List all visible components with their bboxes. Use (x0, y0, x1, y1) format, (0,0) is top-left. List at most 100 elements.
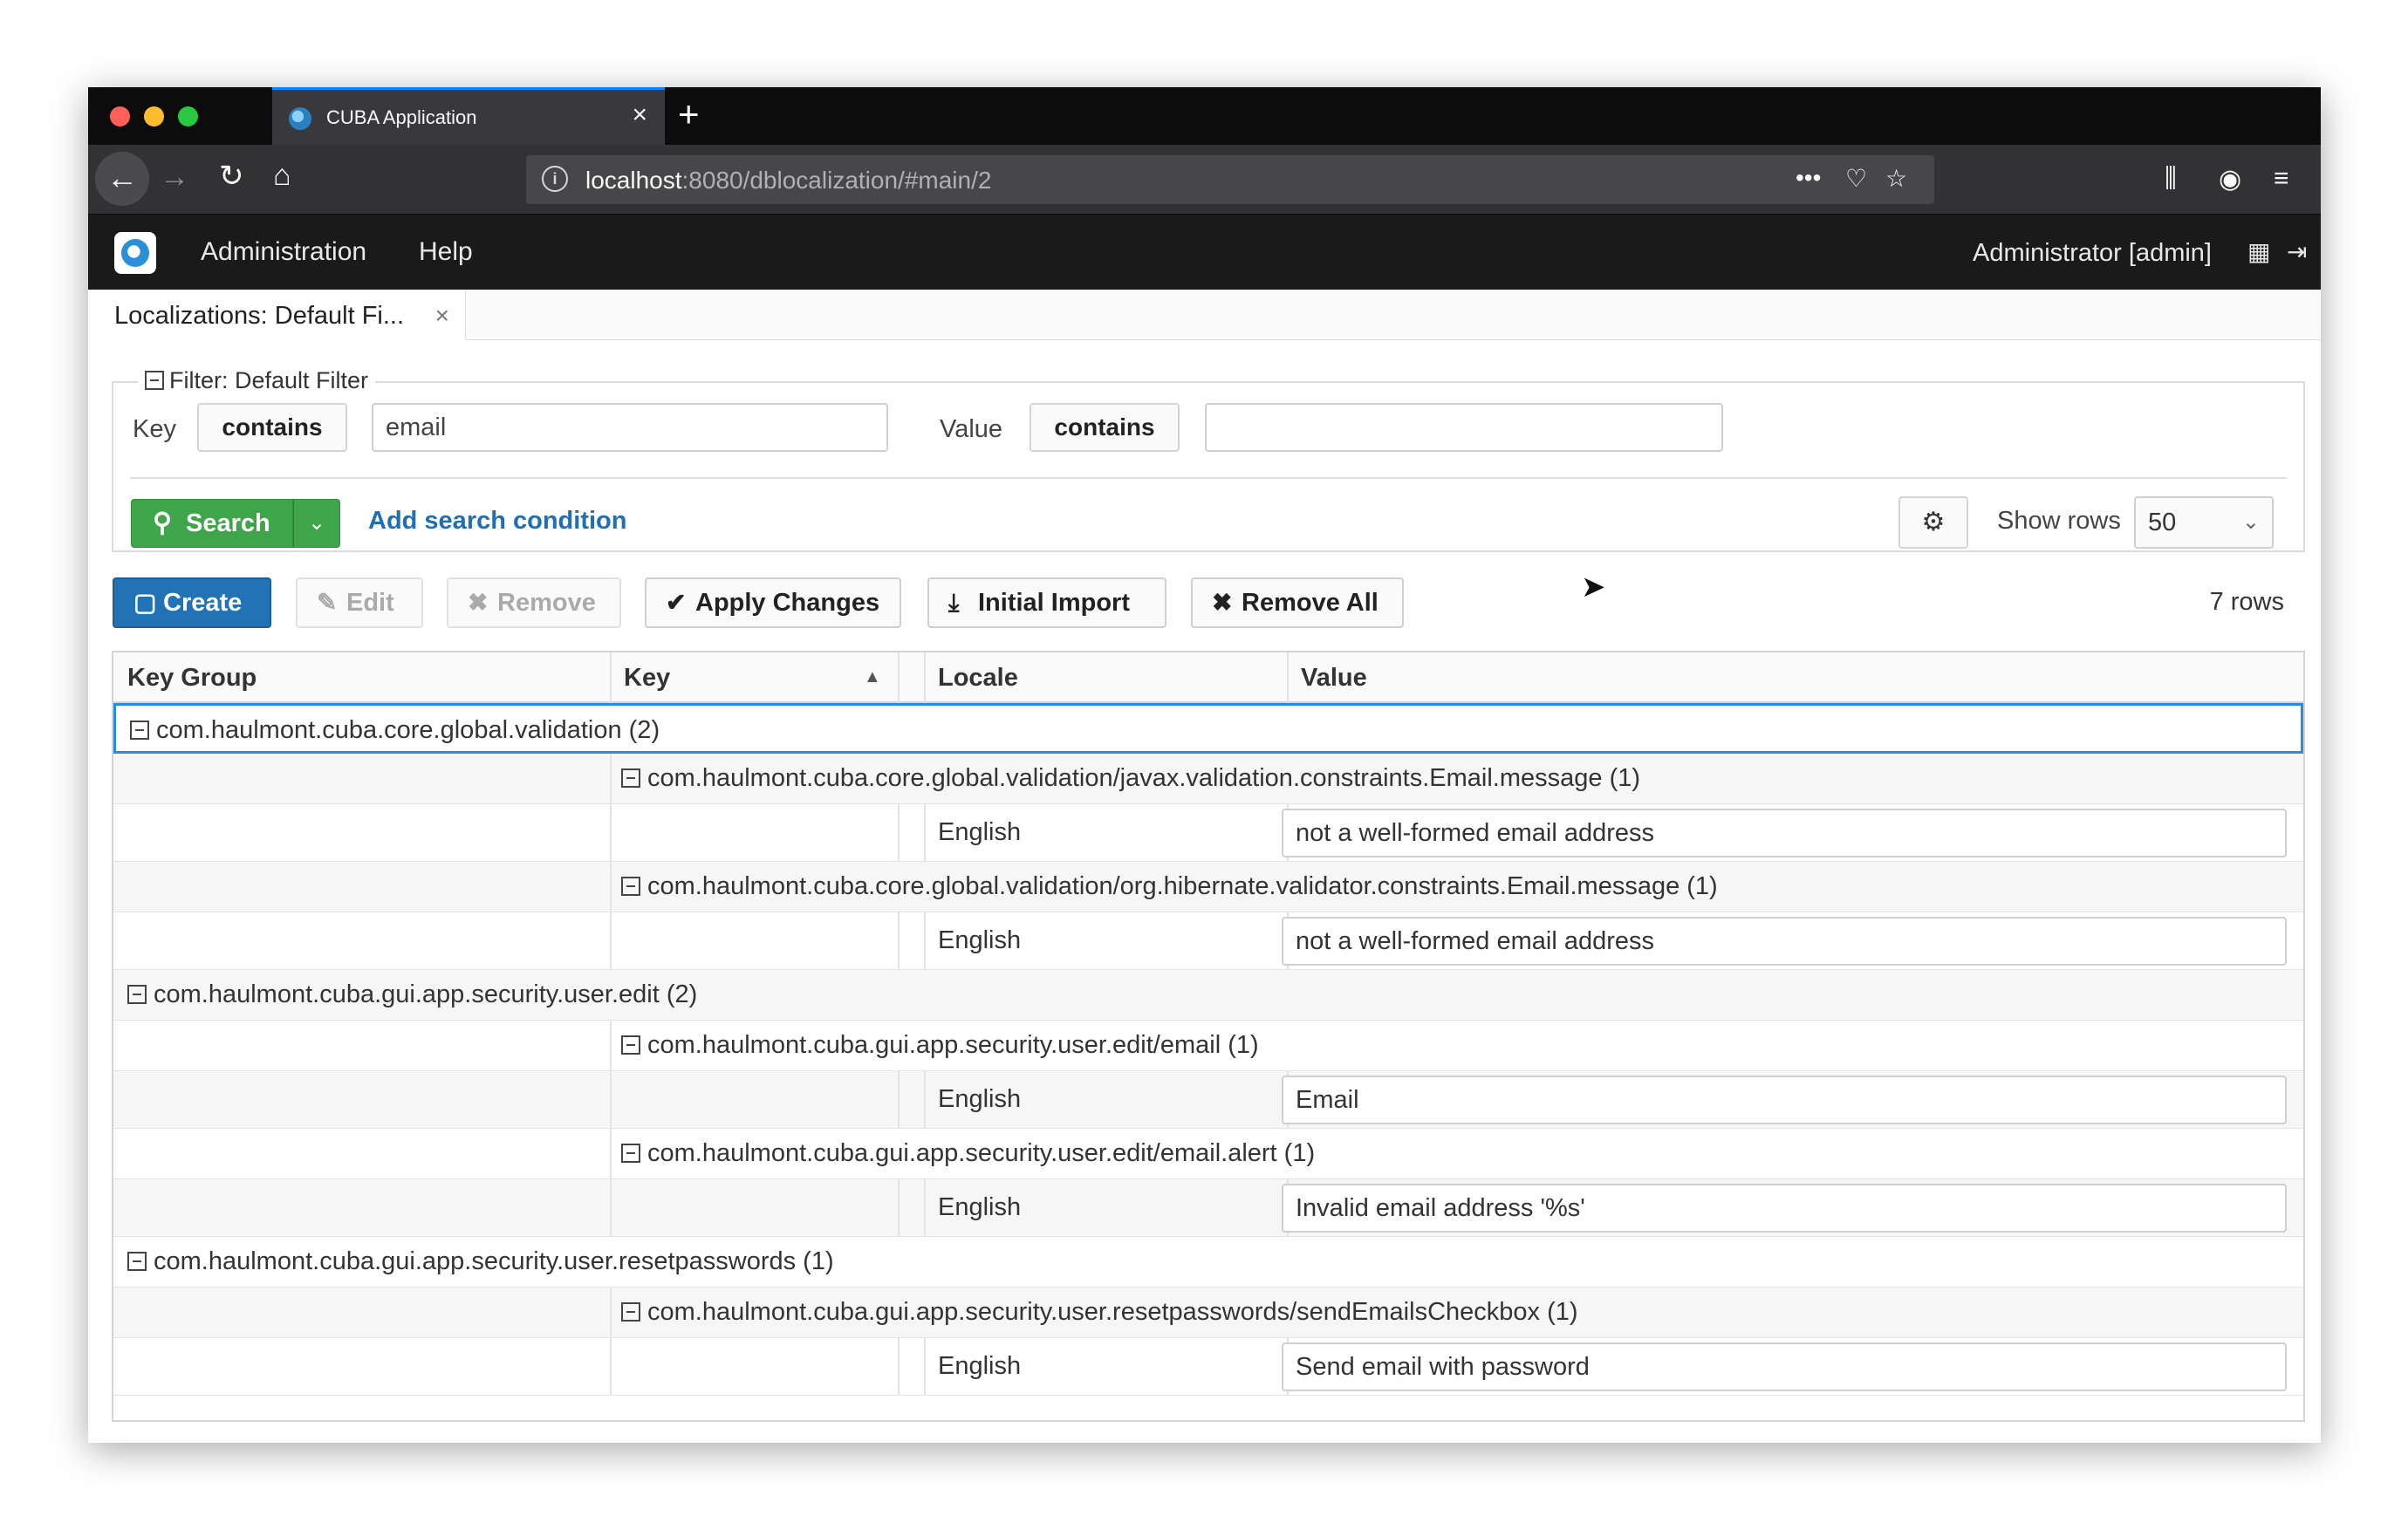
filter-settings-button[interactable]: ⚙ (1898, 496, 1968, 549)
column-divider (610, 652, 612, 703)
group-row[interactable]: com.haulmont.cuba.gui.app.security.user.… (113, 1237, 2303, 1288)
zoom-window-button[interactable] (178, 106, 198, 126)
menu-help[interactable]: Help (419, 237, 473, 267)
table-row[interactable]: English Email (113, 1071, 2303, 1129)
table-row[interactable]: English not a well-formed email address (113, 804, 2303, 862)
column-header-key-group[interactable]: Key Group (113, 652, 610, 703)
value-input[interactable]: Email (1282, 1076, 2287, 1124)
address-bar[interactable]: i localhost:8080/dblocalization/#main/2 … (526, 155, 1934, 204)
value-input[interactable]: not a well-formed email address (1282, 809, 2287, 857)
key-label[interactable]: com.haulmont.cuba.gui.app.security.user.… (621, 1298, 1578, 1327)
url-text: localhost:8080/dblocalization/#main/2 (585, 167, 992, 194)
group-text: com.haulmont.cuba.gui.app.security.user.… (154, 1247, 834, 1275)
collapse-group-icon[interactable] (130, 721, 149, 740)
chevron-down-icon: ⌄ (307, 511, 326, 535)
value-filter-input[interactable] (1205, 403, 1723, 452)
column-header-value[interactable]: Value (1287, 652, 2299, 703)
hamburger-menu-icon[interactable]: ≡ (2274, 164, 2289, 194)
close-screen-tab-icon[interactable]: × (435, 302, 449, 330)
site-info-icon[interactable]: i (542, 166, 568, 192)
collapse-group-icon[interactable] (127, 1252, 147, 1271)
key-label[interactable]: com.haulmont.cuba.gui.app.security.user.… (621, 1031, 1259, 1060)
column-divider (924, 1071, 926, 1129)
library-icon[interactable]: ⫼ (2165, 164, 2177, 194)
remove-button[interactable]: ✖ Remove (447, 577, 621, 628)
value-operator-button[interactable]: contains (1030, 403, 1180, 452)
collapse-filter-icon[interactable] (145, 371, 164, 390)
collapse-key-icon[interactable] (621, 1144, 640, 1163)
key-row[interactable]: com.haulmont.cuba.core.global.validation… (113, 862, 2303, 912)
key-operator-button[interactable]: contains (197, 403, 347, 452)
value-input[interactable]: Send email with password (1282, 1342, 2287, 1391)
group-text: com.haulmont.cuba.gui.app.security.user.… (154, 980, 698, 1008)
edit-button[interactable]: ✎ Edit (296, 577, 423, 628)
group-label[interactable]: com.haulmont.cuba.gui.app.security.user.… (127, 980, 697, 1009)
cuba-logo-icon[interactable] (114, 232, 156, 274)
browser-navbar: ← → ↻ ⌂ i localhost:8080/dblocalization/… (88, 145, 2321, 215)
key-label[interactable]: com.haulmont.cuba.gui.app.security.user.… (621, 1139, 1315, 1168)
close-window-button[interactable] (110, 106, 130, 126)
create-button[interactable]: ▢ Create (113, 577, 271, 628)
remove-all-button[interactable]: ✖ Remove All (1191, 577, 1404, 628)
value-input[interactable]: not a well-formed email address (1282, 917, 2287, 966)
group-label[interactable]: com.haulmont.cuba.core.global.validation… (130, 716, 660, 745)
column-divider (610, 754, 612, 804)
group-row[interactable]: com.haulmont.cuba.gui.app.security.user.… (113, 970, 2303, 1021)
locale-cell: English (938, 926, 1022, 954)
collapse-key-icon[interactable] (621, 1035, 640, 1055)
value-input[interactable]: Invalid email address '%s' (1282, 1184, 2287, 1233)
close-tab-icon[interactable]: × (632, 102, 647, 128)
key-row[interactable]: com.haulmont.cuba.gui.app.security.user.… (113, 1129, 2303, 1179)
filter-divider (130, 477, 2287, 479)
column-header-key[interactable]: Key (610, 652, 898, 703)
page-actions-icon[interactable]: ••• (1796, 164, 1821, 192)
filter-legend[interactable]: Filter: Default Filter (138, 367, 376, 394)
group-label[interactable]: com.haulmont.cuba.gui.app.security.user.… (127, 1247, 834, 1276)
key-filter-input[interactable]: email (372, 403, 888, 452)
initial-import-button[interactable]: ⤓ Initial Import (927, 577, 1166, 628)
reload-icon[interactable]: ↻ (219, 161, 244, 191)
group-row[interactable]: com.haulmont.cuba.core.global.validation… (113, 703, 2303, 754)
back-arrow-icon[interactable]: ← (95, 152, 149, 206)
collapse-key-icon[interactable] (621, 1302, 640, 1322)
table-row[interactable]: English Invalid email address '%s' (113, 1179, 2303, 1237)
logout-icon[interactable]: ⇥ (2287, 237, 2307, 266)
new-tab-icon[interactable]: + (678, 96, 700, 133)
key-label[interactable]: com.haulmont.cuba.core.global.validation… (621, 872, 1718, 901)
key-text: com.haulmont.cuba.gui.app.security.user.… (647, 1139, 1316, 1167)
browser-tab[interactable]: CUBA Application × (272, 87, 665, 145)
checkmark-icon: ✔ (666, 589, 687, 616)
show-rows-select[interactable]: 50 ⌄ (2134, 496, 2274, 549)
table-row[interactable]: English not a well-formed email address (113, 912, 2303, 970)
mouse-cursor-icon: ➤ (1581, 570, 1606, 604)
locale-cell: English (938, 1193, 1022, 1221)
collapse-key-icon[interactable] (621, 877, 640, 896)
download-icon: ⤓ (948, 589, 960, 616)
key-row[interactable]: com.haulmont.cuba.gui.app.security.user.… (113, 1021, 2303, 1071)
column-header-locale[interactable]: Locale (924, 652, 1287, 703)
search-button[interactable]: ⚲ Search (131, 499, 293, 548)
key-row[interactable]: com.haulmont.cuba.gui.app.security.user.… (113, 1288, 2303, 1338)
apply-changes-button[interactable]: ✔ Apply Changes (645, 577, 901, 628)
home-icon[interactable]: ⌂ (273, 161, 291, 190)
key-label[interactable]: com.haulmont.cuba.core.global.validation… (621, 764, 1640, 793)
screen-tab-localizations[interactable]: Localizations: Default Fi... × (88, 290, 466, 340)
search-options-dropdown[interactable]: ⌄ (293, 499, 340, 548)
collapse-key-icon[interactable] (621, 768, 640, 788)
forward-arrow-icon[interactable]: → (160, 162, 189, 192)
key-row[interactable]: com.haulmont.cuba.core.global.validation… (113, 754, 2303, 804)
bookmark-star-icon[interactable]: ☆ (1885, 164, 1907, 193)
minimize-window-button[interactable] (144, 106, 164, 126)
collapse-group-icon[interactable] (127, 985, 147, 1004)
table-row[interactable]: English Send email with password (113, 1338, 2303, 1396)
add-search-condition-link[interactable]: Add search condition (368, 507, 626, 536)
sort-ascending-icon[interactable]: ▲ (864, 652, 881, 701)
column-divider (898, 912, 900, 970)
current-user[interactable]: Administrator [admin] (1973, 239, 2212, 268)
filter-value-label: Value (940, 415, 1003, 443)
menu-administration[interactable]: Administration (201, 237, 366, 267)
pocket-icon[interactable]: ♡ (1845, 164, 1867, 193)
account-icon[interactable]: ◉ (2219, 164, 2241, 195)
grid-menu-icon[interactable]: ▦ (2247, 237, 2270, 266)
column-divider (610, 912, 612, 970)
